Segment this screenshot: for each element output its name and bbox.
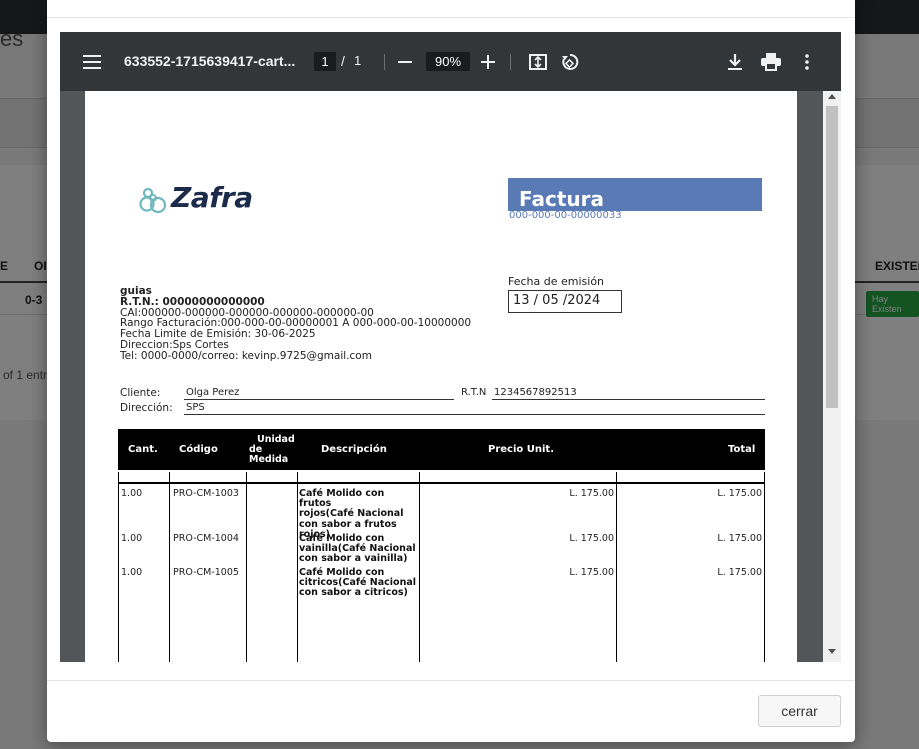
fit-page-icon[interactable]: [526, 50, 550, 74]
pdf-file-name: 633552-1715639417-cart...: [124, 53, 296, 69]
scroll-down-arrow-icon[interactable]: [828, 649, 836, 654]
row-codigo: PRO-CM-1005: [173, 567, 239, 578]
table-column-divider: [297, 472, 298, 662]
table-column-divider: [246, 472, 247, 662]
row-desc-line: Café Molido con frutos: [299, 488, 385, 510]
more-options-icon[interactable]: [795, 50, 819, 74]
row-cant: 1.00: [121, 567, 143, 578]
pdf-page: Zafra Factura 000-000-00-00000033 Fecha …: [85, 91, 797, 662]
client-value: Olga Perez: [184, 387, 454, 400]
modal-header-divider: [47, 17, 855, 18]
row-codigo: PRO-CM-1003: [173, 488, 239, 499]
invoice-items-table: Cant. Código Unidad de Medida Descripció…: [118, 429, 765, 662]
toolbar-divider: [510, 54, 511, 70]
table-column-divider: [616, 472, 617, 662]
address-value: SPS: [184, 402, 765, 415]
client-rtn-value: 1234567892513: [492, 387, 765, 400]
logo-wordmark: Zafra: [171, 181, 253, 214]
row-desc-line: con sabor a citricos): [299, 587, 408, 599]
row-codigo: PRO-CM-1004: [173, 533, 239, 544]
coffee-bubbles-logo-icon: [139, 187, 167, 214]
download-icon[interactable]: [723, 50, 747, 74]
zafra-logo: Zafra: [139, 181, 269, 217]
issue-date-field: 13 / 05 /2024: [508, 290, 622, 313]
pdf-toolbar: 633552-1715639417-cart... 1 / 1 90%: [60, 32, 841, 91]
page-total: 1: [354, 53, 362, 68]
page-number-input[interactable]: 1: [314, 52, 336, 71]
row-desc-line: con sabor a vainilla): [299, 553, 408, 565]
zoom-in-icon[interactable]: [476, 50, 500, 74]
issue-date-label: Fecha de emisión: [508, 275, 605, 288]
header-codigo: Código: [179, 444, 218, 455]
header-total: Total: [728, 444, 756, 455]
row-cant: 1.00: [121, 533, 143, 544]
table-column-divider: [419, 472, 420, 662]
pdf-viewer: 633552-1715639417-cart... 1 / 1 90% Zafr…: [60, 32, 841, 662]
close-button[interactable]: cerrar: [758, 695, 841, 727]
zoom-out-icon[interactable]: [393, 50, 417, 74]
company-info: guias R.T.N.: 00000000000000 CAI:000000-…: [120, 286, 471, 362]
row-descripcion: Café Molido con citricos(Café Nacional c…: [299, 567, 419, 599]
row-total: L. 175.00: [717, 488, 762, 499]
row-cant: 1.00: [121, 488, 143, 499]
factura-title-box: Factura: [508, 178, 762, 211]
rotate-icon[interactable]: [558, 50, 582, 74]
company-rtn: R.T.N.: 00000000000000: [120, 295, 265, 308]
print-icon[interactable]: [759, 50, 783, 74]
row-total: L. 175.00: [717, 567, 762, 578]
header-precio: Precio Unit.: [488, 444, 554, 455]
table-border-right: [764, 472, 765, 662]
hamburger-menu-icon[interactable]: [80, 50, 104, 74]
row-total: L. 175.00: [717, 533, 762, 544]
address-label: Dirección:: [120, 402, 173, 414]
client-label: Cliente:: [120, 387, 161, 399]
header-medida: Medida: [249, 454, 289, 465]
factura-title: Factura: [519, 187, 604, 211]
header-unidad: Unidad: [257, 434, 295, 445]
client-rtn-label: R.T.N: [461, 387, 487, 398]
company-contact: Tel: 0000-0000/correo: kevinp.9725@gmail…: [120, 349, 372, 362]
header-descripcion: Descripción: [321, 444, 387, 455]
page-separator: /: [341, 53, 345, 69]
pdf-scroll-area[interactable]: Zafra Factura 000-000-00-00000033 Fecha …: [60, 91, 841, 662]
modal-footer-divider: [47, 680, 855, 681]
invoice-number: 000-000-00-00000033: [509, 210, 622, 221]
toolbar-divider: [384, 54, 385, 70]
row-descripcion: Café Molido con vainilla(Café Nacional c…: [299, 533, 419, 565]
invoice-table-header: Cant. Código Unidad de Medida Descripció…: [118, 429, 765, 470]
row-precio: L. 175.00: [569, 533, 614, 544]
table-header-rule: [118, 482, 765, 484]
invoice-modal: 633552-1715639417-cart... 1 / 1 90% Zafr…: [47, 0, 855, 742]
table-column-divider: [169, 472, 170, 662]
header-cant: Cant.: [128, 444, 158, 455]
table-border-left: [118, 472, 119, 662]
row-precio: L. 175.00: [569, 488, 614, 499]
scrollbar-thumb[interactable]: [826, 106, 838, 408]
scroll-up-arrow-icon[interactable]: [828, 94, 836, 99]
pdf-scrollbar[interactable]: [823, 91, 841, 662]
zoom-level-input[interactable]: 90%: [426, 52, 470, 71]
row-precio: L. 175.00: [569, 567, 614, 578]
